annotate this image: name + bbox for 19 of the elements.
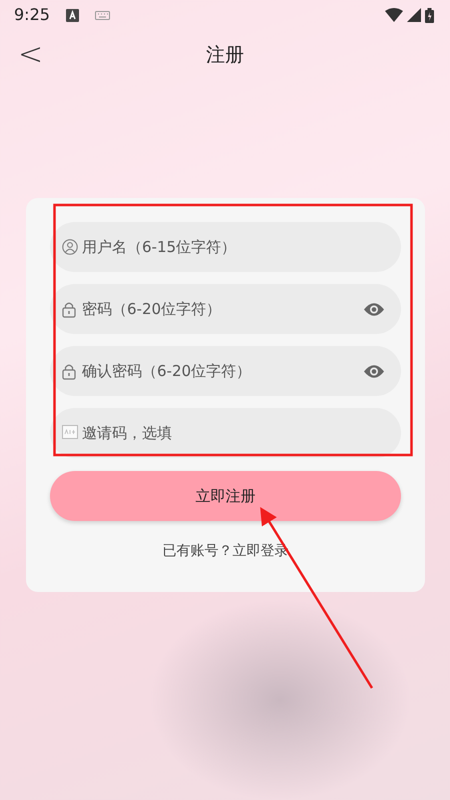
text-field-icon [62, 425, 78, 439]
register-button[interactable]: 立即注册 [50, 471, 401, 521]
input-field[interactable]: 密码（6-20位字符） [50, 284, 401, 334]
signal-icon [407, 8, 421, 22]
input-field[interactable]: 确认密码（6-20位字符） [50, 346, 401, 396]
status-time: 9:25 [14, 4, 50, 26]
notification-icon [66, 8, 79, 22]
battery-icon [425, 8, 434, 22]
input-field[interactable]: 邀请码，选填 [50, 408, 401, 458]
page-title: 注册 [206, 42, 244, 68]
keyboard-icon [94, 10, 110, 20]
lock-icon [62, 301, 76, 318]
input-field[interactable]: 用户名（6-15位字符） [50, 222, 401, 272]
eye-icon[interactable] [363, 302, 385, 317]
eye-icon[interactable] [363, 364, 385, 379]
lock-icon [62, 363, 76, 380]
back-button[interactable]: < [14, 40, 48, 70]
wifi-icon [385, 8, 403, 22]
user-icon [62, 239, 78, 255]
